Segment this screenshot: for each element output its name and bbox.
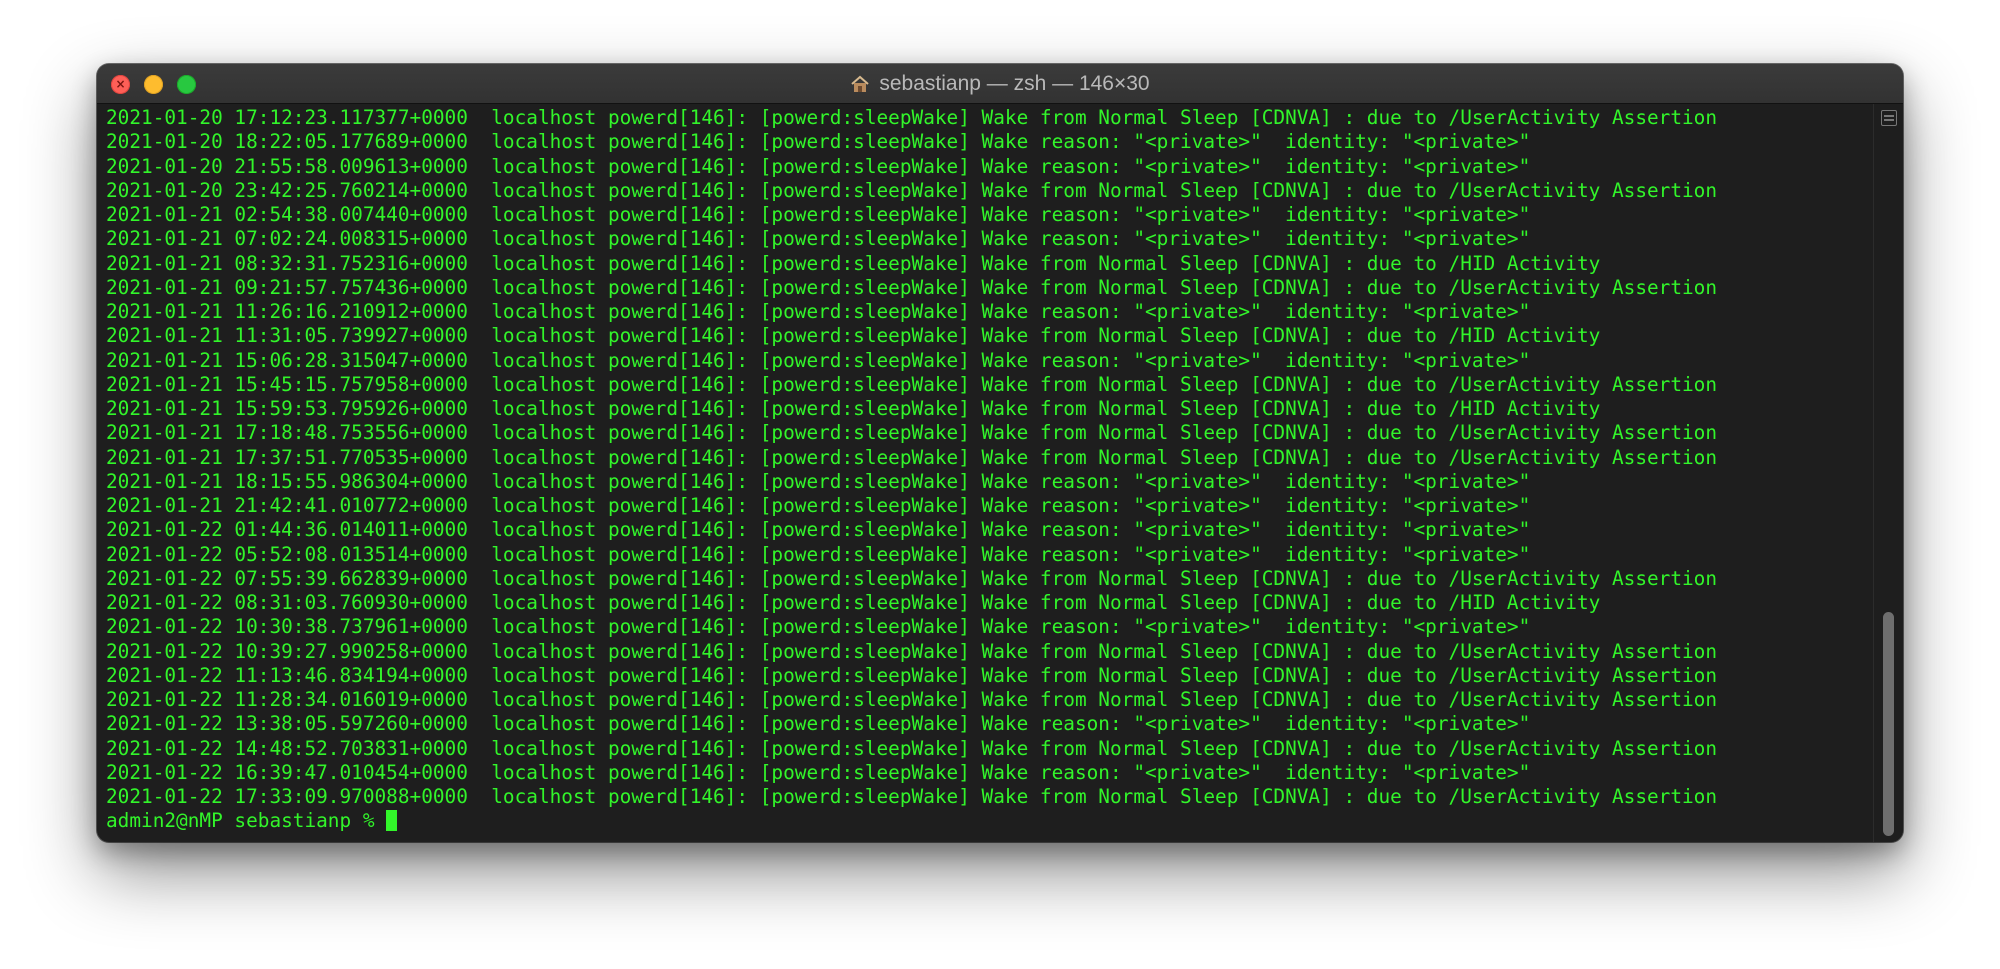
window-title-text: sebastianp — zsh — 146×30 (879, 72, 1150, 95)
prompt-line[interactable]: admin2@nMP sebastianp % (106, 809, 1873, 833)
vertical-scrollbar[interactable] (1873, 104, 1903, 842)
log-line: 2021-01-22 11:13:46.834194+0000 localhos… (106, 663, 1718, 687)
log-line: 2021-01-20 17:12:23.117377+0000 localhos… (106, 106, 1718, 129)
log-line: 2021-01-21 08:32:31.752316+0000 localhos… (106, 251, 1601, 275)
log-line: 2021-01-21 15:59:53.795926+0000 localhos… (106, 397, 1601, 420)
shell-prompt: admin2@nMP sebastianp % (106, 809, 387, 833)
window-title: sebastianp — zsh — 146×30 (97, 64, 1903, 104)
log-line: 2021-01-22 14:48:52.703831+0000 localhos… (106, 736, 1718, 760)
log-line: 2021-01-20 23:42:25.760214+0000 localhos… (106, 178, 1718, 202)
log-line: 2021-01-21 11:31:05.739927+0000 localhos… (106, 324, 1601, 348)
log-line: 2021-01-21 02:54:38.007440+0000 localhos… (106, 203, 1531, 226)
log-line: 2021-01-20 21:55:58.009613+0000 localhos… (106, 154, 1531, 178)
log-line: 2021-01-22 01:44:36.014011+0000 localhos… (106, 518, 1531, 542)
title-bar[interactable]: × sebastianp — zsh — 146×30 (97, 64, 1903, 104)
log-line: 2021-01-21 17:18:48.753556+0000 localhos… (106, 421, 1718, 445)
log-line: 2021-01-21 21:42:41.010772+0000 localhos… (106, 494, 1531, 517)
log-line: 2021-01-21 15:06:28.315047+0000 localhos… (106, 348, 1531, 372)
terminal-window: × sebastianp — zsh — 146×30 2021-01-20 1… (97, 64, 1903, 842)
log-line: 2021-01-21 18:15:55.986304+0000 localhos… (106, 469, 1531, 493)
scroll-menu-icon[interactable] (1881, 110, 1897, 126)
log-line: 2021-01-21 15:45:15.757958+0000 localhos… (106, 372, 1718, 396)
home-folder-icon (851, 75, 870, 92)
terminal-output[interactable]: 2021-01-20 17:12:23.117377+0000 localhos… (97, 104, 1873, 842)
log-line: 2021-01-22 13:38:05.597260+0000 localhos… (106, 712, 1531, 736)
log-line: 2021-01-20 18:22:05.177689+0000 localhos… (106, 130, 1531, 154)
log-line: 2021-01-21 09:21:57.757436+0000 localhos… (106, 275, 1718, 299)
log-line: 2021-01-22 17:33:09.970088+0000 localhos… (106, 785, 1718, 808)
scrollbar-thumb[interactable] (1883, 612, 1894, 836)
log-line: 2021-01-22 08:31:03.760930+0000 localhos… (106, 591, 1601, 614)
log-line: 2021-01-22 07:55:39.662839+0000 localhos… (106, 566, 1718, 590)
text-cursor (386, 810, 398, 832)
log-line: 2021-01-21 11:26:16.210912+0000 localhos… (106, 300, 1531, 323)
log-line: 2021-01-22 05:52:08.013514+0000 localhos… (106, 542, 1531, 566)
log-line: 2021-01-22 10:30:38.737961+0000 localhos… (106, 615, 1531, 639)
log-line: 2021-01-22 16:39:47.010454+0000 localhos… (106, 760, 1531, 784)
log-line: 2021-01-22 11:28:34.016019+0000 localhos… (106, 688, 1718, 711)
log-line: 2021-01-21 07:02:24.008315+0000 localhos… (106, 227, 1531, 251)
log-line: 2021-01-22 10:39:27.990258+0000 localhos… (106, 639, 1718, 663)
log-line: 2021-01-21 17:37:51.770535+0000 localhos… (106, 445, 1718, 469)
